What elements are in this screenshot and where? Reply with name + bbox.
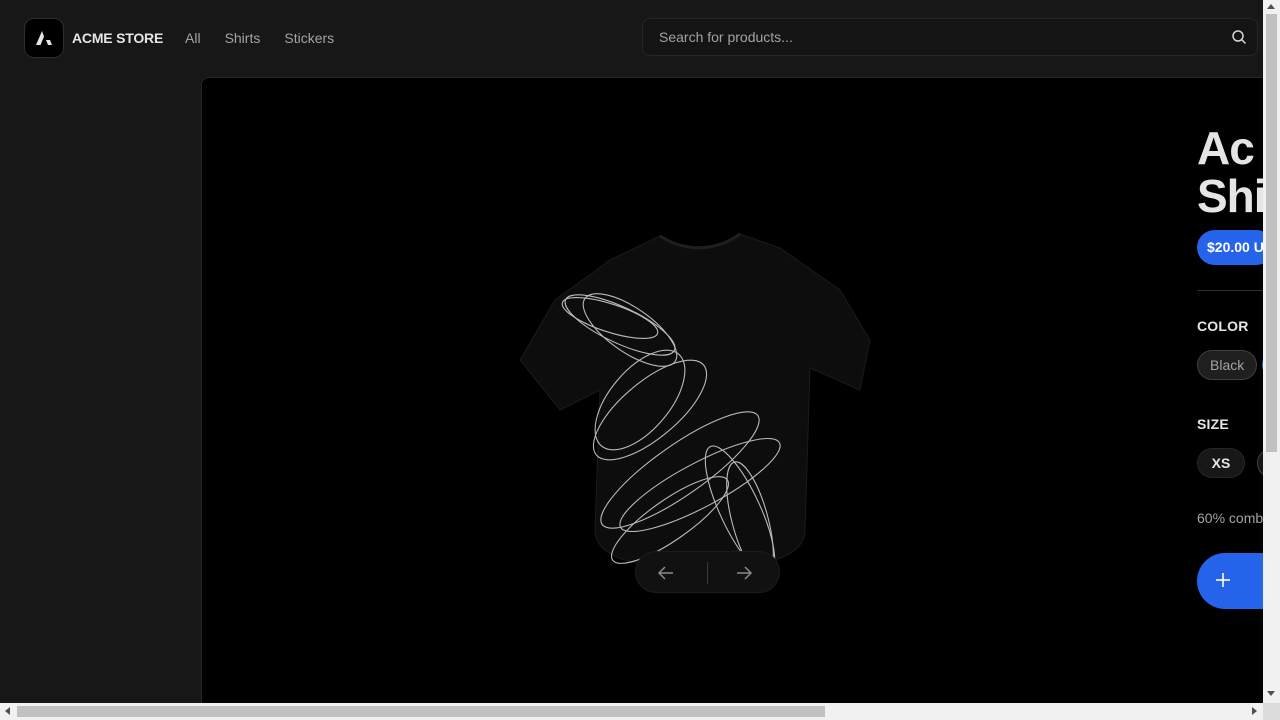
plus-icon: [1216, 573, 1230, 587]
arrow-right-icon[interactable]: [734, 563, 754, 583]
acme-logo-icon: [36, 31, 52, 45]
nav-link-shirts[interactable]: Shirts: [225, 30, 261, 46]
product-image-tshirt: [520, 232, 871, 575]
horizontal-scrollbar[interactable]: [0, 703, 1263, 720]
size-label: SIZE: [1197, 416, 1229, 432]
color-option-black[interactable]: Black: [1197, 350, 1258, 380]
brand-name[interactable]: ACME STORE: [72, 30, 163, 46]
image-nav-divider: [707, 562, 708, 584]
arrow-left-icon[interactable]: [656, 563, 676, 583]
product-description: 60% comb: [1197, 510, 1264, 526]
nav-link-stickers[interactable]: Stickers: [284, 30, 334, 46]
vertical-scrollbar[interactable]: [1263, 0, 1280, 703]
size-option-xs[interactable]: XS: [1197, 448, 1245, 478]
header: ACME STORE All Shirts Stickers: [0, 0, 1263, 76]
scroll-right-arrow-icon[interactable]: [1252, 707, 1257, 715]
scroll-left-arrow-icon[interactable]: [5, 707, 10, 715]
search-input[interactable]: [643, 19, 1203, 55]
product-panel: Ac Shi $20.00 U COLOR Black SIZE XS 60% …: [201, 77, 1280, 720]
product-title: Ac Shi: [1197, 122, 1267, 222]
search-box: [642, 18, 1258, 56]
vertical-scroll-thumb[interactable]: [1266, 14, 1277, 452]
image-nav: [635, 551, 780, 593]
scroll-down-arrow-icon[interactable]: [1267, 691, 1275, 696]
horizontal-scroll-thumb[interactable]: [17, 706, 825, 717]
color-label: COLOR: [1197, 318, 1249, 334]
logo-link[interactable]: [24, 18, 64, 58]
scroll-up-arrow-icon[interactable]: [1267, 4, 1275, 9]
scrollbar-corner: [1263, 703, 1280, 720]
search-icon[interactable]: [1231, 29, 1247, 45]
nav-link-all[interactable]: All: [185, 30, 201, 46]
main-nav: All Shirts Stickers: [185, 30, 334, 46]
